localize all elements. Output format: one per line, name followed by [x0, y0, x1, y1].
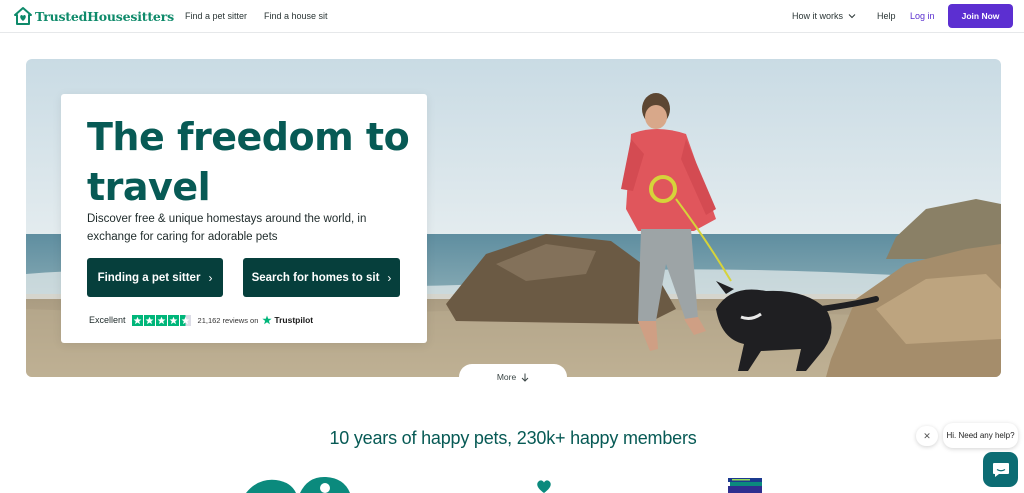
house-heart-logo-icon [14, 7, 32, 25]
books-illustration-icon [728, 478, 762, 493]
more-label: More [496, 372, 517, 382]
trustpilot-star-icon [143, 314, 155, 326]
find-pet-sitter-button[interactable]: Finding a pet sitter › [87, 258, 223, 297]
trustpilot-star-icon [131, 314, 143, 326]
trust-rating-label: Excellent [89, 315, 126, 325]
hero-card: The freedom to travel Discover free & un… [61, 94, 427, 343]
stat-illustration-shapes [246, 476, 350, 493]
nav-log-in[interactable]: Log in [910, 11, 935, 21]
chevron-right-icon: › [387, 270, 392, 285]
trustpilot-star-half-icon [179, 314, 191, 326]
trustpilot-wordmark: Trustpilot [274, 315, 314, 325]
logo-text: TrustedHousesitters [35, 8, 174, 24]
nav-find-house-sit[interactable]: Find a house sit [264, 11, 328, 21]
search-homes-button[interactable]: Search for homes to sit › [243, 258, 400, 297]
trustpilot-star-icon [167, 314, 179, 326]
logo[interactable]: TrustedHousesitters [13, 5, 174, 27]
hero-subtitle: Discover free & unique homestays around … [87, 213, 367, 243]
trustpilot-logo: Trustpilot [262, 315, 313, 325]
more-scroll-button[interactable]: More [459, 364, 567, 390]
chevron-right-icon: › [208, 270, 213, 285]
chat-dismiss-button[interactable]: ✕ [916, 426, 938, 446]
hero-title: The freedom to travel [87, 115, 410, 209]
close-icon: ✕ [923, 430, 931, 441]
how-it-works-label: How it works [792, 11, 844, 21]
nav-find-pet-sitter[interactable]: Find a pet sitter [185, 11, 247, 21]
nav-help[interactable]: Help [877, 11, 896, 21]
trustpilot-rating[interactable]: Excellent 21,162 reviews on Trustpilot [89, 313, 313, 327]
trustpilot-stars [131, 314, 191, 326]
heart-icon [537, 480, 551, 493]
join-now-button[interactable]: Join Now [948, 4, 1013, 28]
chat-launcher-button[interactable] [983, 452, 1018, 487]
nav-how-it-works[interactable]: How it works [792, 11, 856, 21]
search-homes-label: Search for homes to sit [251, 271, 380, 284]
find-pet-sitter-label: Finding a pet sitter [97, 271, 201, 284]
stats-heading: 10 years of happy pets, 230k+ happy memb… [329, 428, 697, 448]
arrow-down-icon [521, 373, 529, 382]
trustpilot-star-icon [155, 314, 167, 326]
trustpilot-star-icon [262, 315, 273, 325]
chat-greeting-bubble[interactable]: Hi. Need any help? [943, 423, 1018, 448]
chevron-down-icon [848, 14, 856, 19]
trust-review-count: 21,162 reviews on [197, 315, 259, 325]
chat-icon [992, 462, 1009, 477]
site-header: TrustedHousesitters Find a pet sitter Fi… [0, 0, 1024, 33]
